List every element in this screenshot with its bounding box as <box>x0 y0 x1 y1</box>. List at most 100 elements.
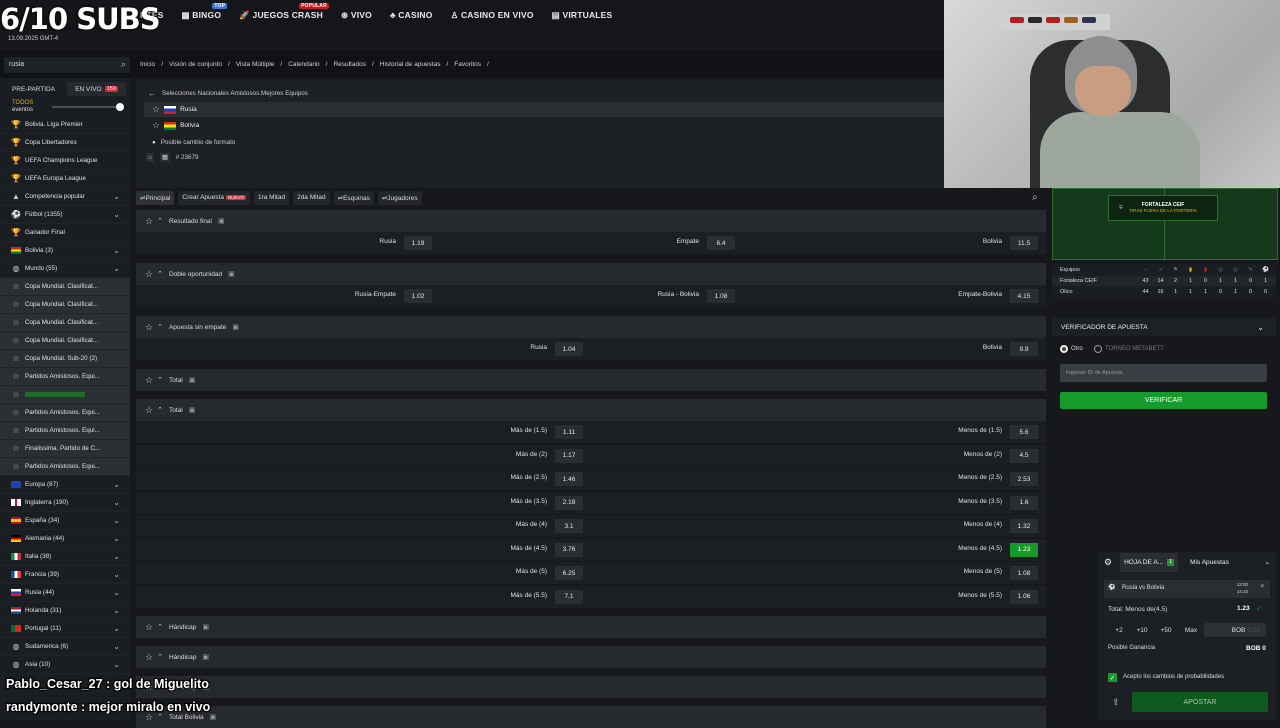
sidebar-item[interactable]: ☆ Partidos Amistosos. Equi... <box>0 458 130 476</box>
favorite-star-icon[interactable]: ☆ <box>145 405 153 416</box>
sidebar-item[interactable]: ☆ Finalissima. Partido de C... <box>0 440 130 458</box>
tab-1ra-mitad[interactable]: 1ra Mitad <box>253 191 290 205</box>
chevron-down-icon[interactable]: ⌄ <box>113 480 120 489</box>
sidebar-item[interactable]: Alemania (44) ⌄ <box>0 530 130 548</box>
favorite-star-icon[interactable]: ☆ <box>152 120 160 131</box>
sidebar-item[interactable]: Rusia (44) ⌄ <box>0 584 130 602</box>
tab-en-vivo[interactable]: EN VIVO 159 <box>67 82 126 96</box>
star-icon[interactable]: ☆ <box>11 426 21 436</box>
odds-button[interactable]: 1.08 <box>707 289 735 303</box>
sidebar-item[interactable]: ☆ Partidos Amistosos. Equi... <box>0 404 130 422</box>
market-header[interactable]: ☆ ⌃ Total Bolivia ▣ <box>136 706 1046 728</box>
chip-50[interactable]: +50 <box>1156 623 1176 637</box>
crumb-vision[interactable]: Visión de conjunto <box>169 61 222 68</box>
odds-button[interactable]: 6.25 <box>555 566 583 580</box>
sidebar-item[interactable]: Inglaterra (190) ⌄ <box>0 494 130 512</box>
stats-icon[interactable]: ▣ <box>218 217 225 225</box>
chevron-down-icon[interactable]: ⌄ <box>113 264 120 273</box>
chevron-up-icon[interactable]: ⌃ <box>157 270 163 278</box>
odds-button[interactable]: 1.6 <box>1010 495 1038 510</box>
chevron-down-icon[interactable]: ⌄ <box>113 516 120 525</box>
sidebar-item[interactable]: Italia (38) ⌄ <box>0 548 130 566</box>
tab-jugadores[interactable]: ⇌Jugadores <box>377 191 422 205</box>
tab-pre-partida[interactable]: PRE-PARTIDA <box>4 82 63 96</box>
star-icon[interactable]: ☆ <box>11 462 21 472</box>
search-icon[interactable]: ⌕ <box>121 59 126 70</box>
favorite-star-icon[interactable]: ☆ <box>145 375 153 386</box>
sidebar-item[interactable]: ☆ Partidos Amistosos. Equi... <box>0 422 130 440</box>
verify-button[interactable]: VERIFICAR <box>1060 392 1267 409</box>
odds-button[interactable]: 1.23 <box>1010 542 1038 557</box>
slider-handle[interactable] <box>116 103 124 111</box>
nav-vivo[interactable]: ⊛ VIVO <box>341 10 372 21</box>
market-header[interactable]: ☆ ⌃ Hándicap ▣ <box>136 616 1046 638</box>
odds-button[interactable]: 1.08 <box>1010 566 1038 580</box>
sidebar-item[interactable]: 🏆 Copa Libertadores <box>0 134 130 152</box>
odds-button[interactable]: 11.5 <box>1010 236 1038 250</box>
time-filter-slider[interactable] <box>52 106 120 108</box>
odds-button[interactable]: 1.11 <box>555 425 583 439</box>
star-icon[interactable]: ☆ <box>11 282 21 292</box>
odds-button[interactable]: 1.19 <box>404 236 432 250</box>
odds-button[interactable]: 7.1 <box>555 589 583 604</box>
odds-button[interactable]: 1.46 <box>555 472 583 486</box>
odds-button[interactable]: 2.18 <box>555 495 583 510</box>
sidebar-item[interactable]: Europa (87) ⌄ <box>0 476 130 494</box>
sidebar-item[interactable]: ◍ Sudamerica (6) ⌄ <box>0 638 130 656</box>
crumb-resultados[interactable]: Resultados <box>333 61 366 68</box>
market-header[interactable]: ☆ ⌃ Total ▣ <box>136 399 1046 421</box>
share-icon[interactable]: ⇪ <box>1112 697 1120 708</box>
sidebar-item[interactable]: ⚽ Fútbol (1355) ⌄ <box>0 206 130 224</box>
tab-2da-mitad[interactable]: 2da Mitad <box>293 191 330 205</box>
back-arrow-icon[interactable]: ← <box>148 89 156 98</box>
favorite-star-icon[interactable]: ☆ <box>145 622 153 633</box>
chevron-down-icon[interactable]: ⌄ <box>113 534 120 543</box>
chevron-down-icon[interactable]: ⌄ <box>113 246 120 255</box>
sidebar-item[interactable]: España (34) ⌄ <box>0 512 130 530</box>
stats-icon[interactable]: ▣ <box>232 323 239 331</box>
chevron-up-icon[interactable]: ⌃ <box>157 406 163 414</box>
close-icon[interactable]: × <box>1260 584 1264 590</box>
sidebar-item[interactable]: ☆ Partidos Amistosos. Equi... <box>0 368 130 386</box>
odds-button[interactable]: 5.6 <box>1010 425 1038 439</box>
stats-icon[interactable]: ▣ <box>189 376 196 384</box>
tab-mis-apuestas[interactable]: Mis Apuestas <box>1190 559 1229 566</box>
sidebar-item[interactable]: Bolivia (3) ⌄ <box>0 242 130 260</box>
odds-button[interactable]: 6.4 <box>707 236 735 250</box>
sidebar-item[interactable]: 🏆 UEFA Europa League <box>0 170 130 188</box>
chevron-down-icon[interactable]: ⌄ <box>113 606 120 615</box>
star-icon[interactable]: ☆ <box>11 444 21 454</box>
chip-2[interactable]: +2 <box>1110 623 1128 637</box>
star-icon[interactable]: ☆ <box>11 390 21 400</box>
chevron-down-icon[interactable]: ⌄ <box>113 210 120 219</box>
sidebar-item[interactable]: 🏆 Bolivia. Liga Premier <box>0 116 130 134</box>
market-header[interactable]: ☆ ⌃ Resultado final ▣ <box>136 210 1046 232</box>
stats-icon[interactable]: ▣ <box>202 653 209 661</box>
stats-icon[interactable]: ▣ <box>202 623 209 631</box>
calendar-icon[interactable]: ▦ <box>159 153 170 162</box>
star-icon[interactable]: ☆ <box>11 318 21 328</box>
home-icon[interactable]: ⌂ <box>146 153 154 162</box>
crumb-calendario[interactable]: Calendario <box>288 61 319 68</box>
star-icon[interactable]: ☆ <box>11 354 21 364</box>
tab-principal[interactable]: ⇌Principal <box>136 191 175 205</box>
sidebar-item[interactable]: ▲ Competencia popular ⌄ <box>0 188 130 206</box>
radio-otro[interactable]: Otro <box>1060 345 1083 353</box>
sidebar-item[interactable]: Holanda (31) ⌄ <box>0 602 130 620</box>
sidebar-item[interactable]: 🏆 UEFA Champions League <box>0 152 130 170</box>
odds-button[interactable]: 4.5 <box>1010 448 1038 463</box>
nav-bingo[interactable]: ▦ BINGO TOP <box>181 2 228 21</box>
odds-button[interactable]: 2.53 <box>1010 472 1038 486</box>
chevron-down-icon[interactable]: ⌄ <box>113 570 120 579</box>
favorite-star-icon[interactable]: ☆ <box>145 322 153 333</box>
sidebar-item[interactable]: ☆ Copa Mundial. Clasificat... <box>0 296 130 314</box>
chip-max[interactable]: Max <box>1180 623 1202 637</box>
star-icon[interactable]: ☆ <box>11 372 21 382</box>
chevron-up-icon[interactable]: ⌃ <box>157 323 163 331</box>
verifier-header[interactable]: VERIFICADOR DE APUESTA ⌄ <box>1052 318 1276 336</box>
crumb-historial[interactable]: Historial de apuestas <box>380 61 441 68</box>
nav-casino[interactable]: ♣ CASINO <box>390 10 433 20</box>
chevron-up-icon[interactable]: ⌃ <box>157 623 163 631</box>
stake-input[interactable]: BOB 0.00 <box>1204 623 1266 637</box>
favorite-star-icon[interactable]: ☆ <box>152 104 160 115</box>
